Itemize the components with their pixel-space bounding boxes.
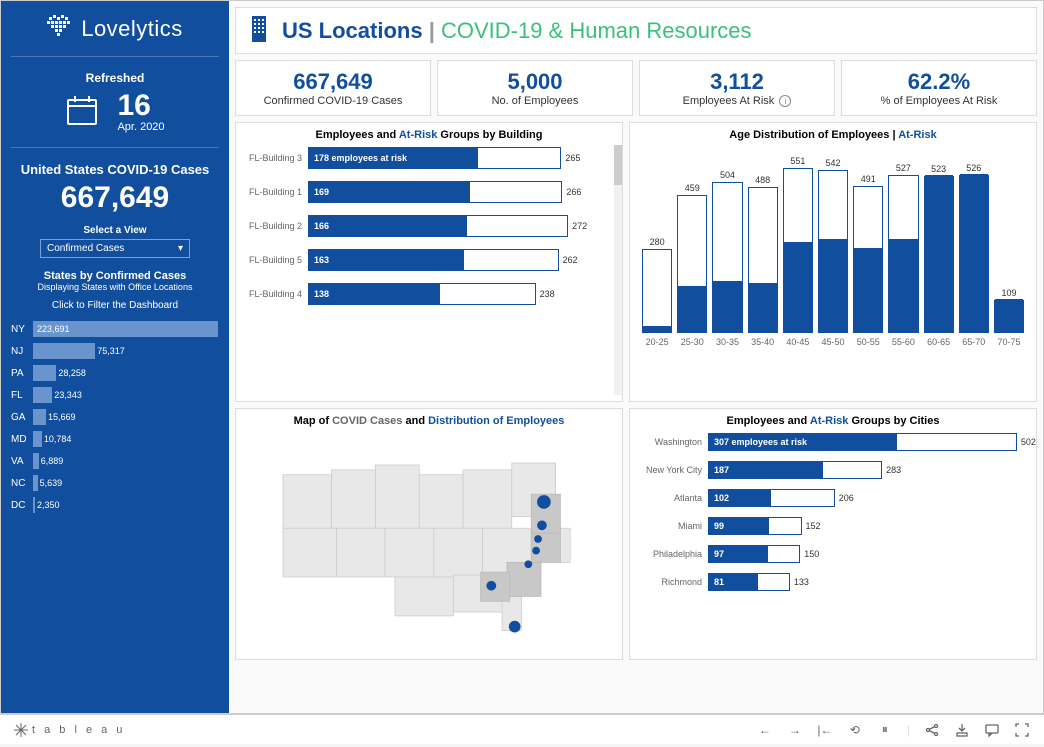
kpi-label-text: Employees At Risk [683,95,775,107]
chart-title: Map of COVID Cases and Distribution of E… [244,415,614,427]
chart-title: Employees and At-Risk Groups by Cities [638,415,1028,427]
state-bar-PA[interactable]: PA28,258 [11,365,219,381]
refreshed-label: Refreshed [11,71,219,85]
us-map [244,433,614,643]
building-row[interactable]: FL-Building 2166272 [244,215,614,237]
footer-toolbar: t a b l e a u ← → |← ⟲ ⏸ | [0,714,1044,744]
brand-text: Lovelytics [81,16,183,42]
charts-row-2: Map of COVID Cases and Distribution of E… [235,408,1037,660]
state-bar-GA[interactable]: GA15,669 [11,409,219,425]
us-cases-value: 667,649 [11,181,219,215]
calendar-icon [65,93,99,132]
cities-chart[interactable]: Employees and At-Risk Groups by Cities W… [629,408,1037,660]
age-bar-45-50[interactable]: 54245-50 [818,158,848,347]
states-bar-chart[interactable]: NY223,691 NJ75,317 PA28,258 FL23,343 GA15,66… [11,321,219,519]
dropdown-value: Confirmed Cases [47,243,124,254]
kpi-label: No. of Employees [442,95,628,107]
download-icon[interactable] [954,722,970,738]
age-bar-20-25[interactable]: 28020-25 [642,237,672,347]
city-row[interactable]: New York City187283 [638,461,1028,479]
page-title: US Locations | COVID-19 & Human Resource… [282,18,752,44]
city-row[interactable]: Richmond81133 [638,573,1028,591]
age-bar-40-45[interactable]: 55140-45 [783,156,813,347]
building-row[interactable]: FL-Building 1169266 [244,181,614,203]
info-icon[interactable]: i [779,95,791,107]
view-dropdown[interactable]: Confirmed Cases ▾ [40,239,190,258]
main-area: US Locations | COVID-19 & Human Resource… [229,1,1043,713]
kpi-confirmed-cases: 667,649 Confirmed COVID-19 Cases [235,60,431,116]
kpi-value: 5,000 [442,69,628,95]
tableau-logo[interactable]: t a b l e a u [14,723,125,737]
map-chart[interactable]: Map of COVID Cases and Distribution of E… [235,408,623,660]
age-bar-70-75[interactable]: 10970-75 [994,288,1024,347]
state-bar-NC[interactable]: NC5,639 [11,475,219,491]
logo: Lovelytics [11,15,219,57]
age-bar-25-30[interactable]: 45925-30 [677,183,707,347]
state-bar-DC[interactable]: DC2,350 [11,497,219,513]
revert-icon[interactable]: |← [817,722,833,738]
kpi-label: Employees At Risk i [644,95,830,107]
building-icon [248,14,274,47]
chevron-down-icon: ▾ [178,243,183,254]
redo-icon[interactable]: → [787,722,803,738]
page-header: US Locations | COVID-19 & Human Resource… [235,7,1037,54]
age-bar-65-70[interactable]: 52665-70 [959,163,989,347]
kpi-row: 667,649 Confirmed COVID-19 Cases 5,000 N… [235,60,1037,116]
age-bar-50-55[interactable]: 49150-55 [853,174,883,347]
sidebar: Lovelytics Refreshed 16 Apr. 2020 United… [1,1,229,713]
kpi-label: % of Employees At Risk [846,95,1032,107]
age-distribution-chart[interactable]: Age Distribution of Employees | At-Risk … [629,122,1037,402]
kpi-pct-at-risk: 62.2% % of Employees At Risk [841,60,1037,116]
city-row[interactable]: Miami99152 [638,517,1028,535]
state-bar-NJ[interactable]: NJ75,317 [11,343,219,359]
share-icon[interactable] [924,722,940,738]
states-subtitle: Displaying States with Office Locations [11,282,219,292]
fullscreen-icon[interactable] [1014,722,1030,738]
kpi-employees: 5,000 No. of Employees [437,60,633,116]
age-bar-35-40[interactable]: 48835-40 [748,175,778,347]
kpi-at-risk: 3,112 Employees At Risk i [639,60,835,116]
title-sub: COVID-19 & Human Resources [441,18,752,43]
tableau-text: t a b l e a u [32,724,125,736]
state-bar-NY[interactable]: NY223,691 [11,321,219,337]
age-bar-60-65[interactable]: 52360-65 [924,164,954,347]
city-row[interactable]: Atlanta102206 [638,489,1028,507]
refresh-icon[interactable]: ⟲ [847,722,863,738]
refresh-date: 16 Apr. 2020 [11,85,219,148]
title-main: US Locations [282,18,423,43]
building-row[interactable]: FL-Building 4138238 [244,283,614,305]
pause-icon[interactable]: ⏸ [877,722,893,738]
date-month: Apr. 2020 [117,121,164,133]
kpi-label: Confirmed COVID-19 Cases [240,95,426,107]
date-day: 16 [117,91,164,121]
age-bar-30-35[interactable]: 50430-35 [712,170,742,347]
building-row[interactable]: FL-Building 3178 employees at risk265 [244,147,614,169]
building-row[interactable]: FL-Building 5163262 [244,249,614,271]
heart-icon [47,15,73,42]
kpi-value: 62.2% [846,69,1032,95]
scrollbar[interactable] [614,145,622,395]
state-bar-MD[interactable]: MD10,784 [11,431,219,447]
city-row[interactable]: Washington307 employees at risk502 [638,433,1028,451]
undo-icon[interactable]: ← [757,722,773,738]
select-view-label: Select a View [11,225,219,236]
dashboard-root: Lovelytics Refreshed 16 Apr. 2020 United… [0,0,1044,714]
charts-row-1: Employees and At-Risk Groups by Building… [235,122,1037,402]
kpi-value: 667,649 [240,69,426,95]
kpi-value: 3,112 [644,69,830,95]
states-title: States by Confirmed Cases [11,270,219,282]
city-row[interactable]: Philadelphia97150 [638,545,1028,563]
comment-icon[interactable] [984,722,1000,738]
chart-title: Age Distribution of Employees | At-Risk [638,129,1028,141]
buildings-chart[interactable]: Employees and At-Risk Groups by Building… [235,122,623,402]
title-separator: | [423,18,441,43]
state-bar-VA[interactable]: VA6,889 [11,453,219,469]
us-cases-label: United States COVID-19 Cases [11,162,219,177]
state-bar-FL[interactable]: FL23,343 [11,387,219,403]
filter-hint: Click to Filter the Dashboard [11,300,219,311]
chart-title: Employees and At-Risk Groups by Building [244,129,614,141]
age-bar-55-60[interactable]: 52755-60 [888,163,918,347]
